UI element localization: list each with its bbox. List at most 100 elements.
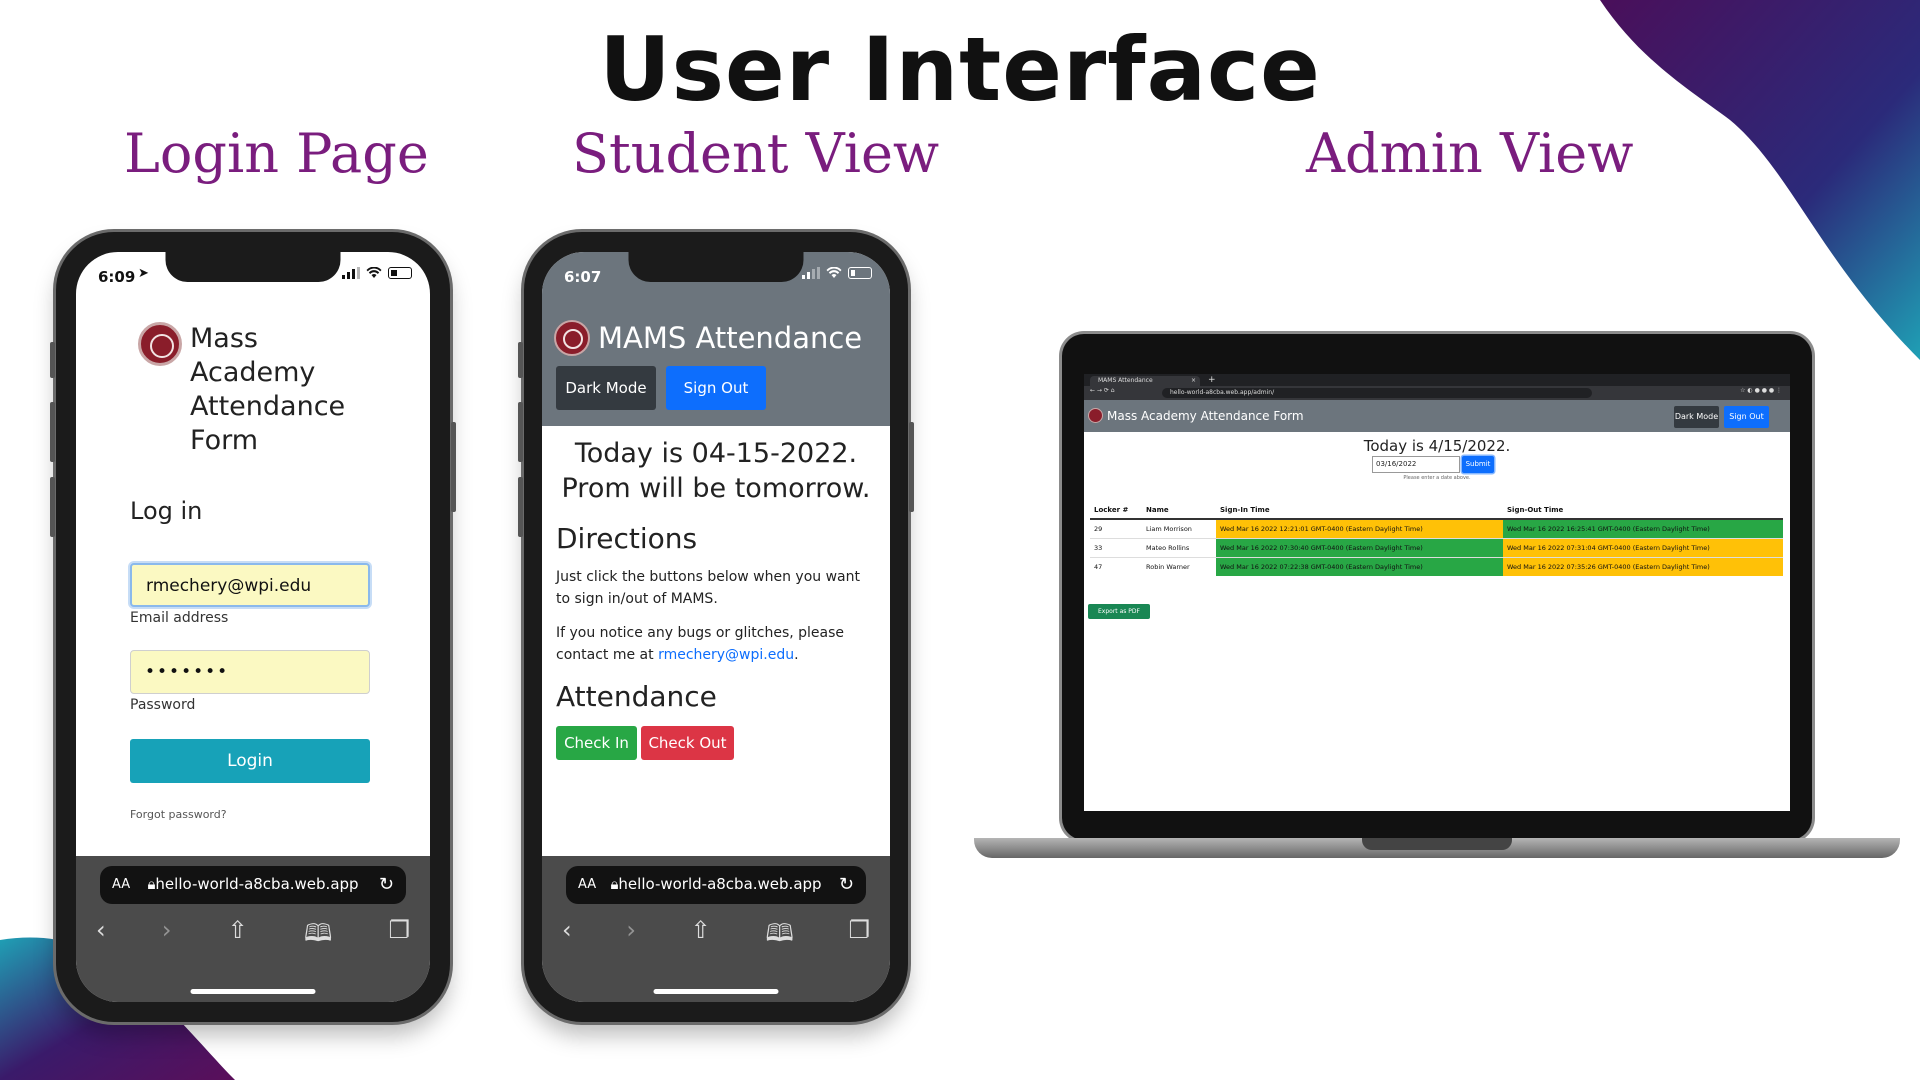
browser-address-bar[interactable]: hello-world-a8cba.web.app/admin/ xyxy=(1162,388,1592,398)
reload-icon[interactable]: ↻ xyxy=(839,874,854,895)
browser-tab[interactable]: MAMS Attendance × xyxy=(1090,376,1200,386)
login-button[interactable]: Login xyxy=(130,739,370,783)
admin-sign-out-button[interactable]: Sign Out xyxy=(1724,406,1769,428)
address-bar[interactable]: AA 🔒︎hello-world-a8cba.web.app ↻ xyxy=(566,866,866,904)
share-icon[interactable]: ⇧ xyxy=(228,916,248,957)
column-header: Name xyxy=(1142,502,1216,520)
phone-login: 6:09 ➤ Mass Academy Attendance Form Log … xyxy=(50,232,456,1022)
clock: 6:07 xyxy=(564,268,602,286)
new-tab-icon[interactable]: + xyxy=(1208,375,1216,385)
contact-email-link[interactable]: rmechery@wpi.edu xyxy=(658,647,794,663)
locker-cell: 47 xyxy=(1090,557,1142,576)
attendance-table: Locker # Name Sign-In Time Sign-Out Time… xyxy=(1090,502,1783,576)
login-heading: Log in xyxy=(130,497,203,525)
tabs-icon[interactable]: ❐ xyxy=(388,916,410,957)
cellular-signal-icon xyxy=(802,267,820,279)
admin-navbar: Mass Academy Attendance Form Dark Mode S… xyxy=(1084,400,1790,432)
admin-screen: MAMS Attendance × + ← → ⟳ ⌂ hello-world-a… xyxy=(1084,374,1790,811)
slide-title: User Interface xyxy=(599,18,1321,121)
student-brand-text: MAMS Attendance xyxy=(598,321,863,355)
login-app-title: Mass Academy Attendance Form xyxy=(190,323,346,456)
reload-icon[interactable]: ↻ xyxy=(379,874,394,895)
back-icon[interactable]: ‹ xyxy=(562,916,572,957)
login-app-header: Mass Academy Attendance Form xyxy=(138,322,345,458)
name-cell: Robin Warner xyxy=(1142,557,1216,576)
sign-out-cell: Wed Mar 16 2022 07:35:26 GMT-0400 (Easte… xyxy=(1503,557,1783,576)
forward-icon[interactable]: › xyxy=(626,916,636,957)
close-tab-icon[interactable]: × xyxy=(1191,377,1196,384)
dark-mode-button[interactable]: Dark Mode xyxy=(556,366,656,410)
bookmarks-icon[interactable]: 🕮︎ xyxy=(765,916,793,957)
section-title-admin: Admin View xyxy=(1306,122,1634,185)
wifi-icon xyxy=(366,267,382,278)
browser-tab-strip: MAMS Attendance × + xyxy=(1084,374,1790,386)
name-cell: Mateo Rollins xyxy=(1142,538,1216,558)
date-help-text: Please enter a date above. xyxy=(1403,475,1471,481)
school-seal-logo xyxy=(1088,408,1103,423)
back-icon[interactable]: ‹ xyxy=(96,916,106,957)
phone-student: 6:07 MAMS Attendance Dark Mode Sign Out … xyxy=(518,232,914,1022)
sign-in-cell: Wed Mar 16 2022 07:30:40 GMT-0400 (Easte… xyxy=(1216,538,1503,558)
extension-icons[interactable]: ☆ ◐ ● ● ● ⋮ xyxy=(1740,387,1782,394)
directions-text: Just click the buttons below when you wa… xyxy=(556,569,860,607)
student-screen: 6:07 MAMS Attendance Dark Mode Sign Out … xyxy=(542,252,890,1002)
wifi-icon xyxy=(826,267,842,278)
section-title-login: Login Page xyxy=(124,122,429,185)
email-field[interactable]: rmechery@wpi.edu xyxy=(130,563,370,607)
admin-brand[interactable]: Mass Academy Attendance Form xyxy=(1088,408,1304,423)
slide: User Interface Login Page Student View A… xyxy=(0,0,1920,1080)
bugs-text: If you notice any bugs or glitches, plea… xyxy=(556,625,845,663)
school-seal-logo xyxy=(138,322,182,366)
safari-toolbar: AA 🔒︎hello-world-a8cba.web.app ↻ ‹ › ⇧ 🕮… xyxy=(542,856,890,1002)
tabs-icon[interactable]: ❐ xyxy=(848,916,870,957)
student-brand[interactable]: MAMS Attendance xyxy=(554,320,862,356)
browser-nav-icons[interactable]: ← → ⟳ ⌂ xyxy=(1090,387,1115,394)
password-label: Password xyxy=(130,697,196,713)
locker-cell: 29 xyxy=(1090,518,1142,539)
sign-in-cell: Wed Mar 16 2022 12:21:01 GMT-0400 (Easte… xyxy=(1216,518,1503,539)
bookmarks-icon[interactable]: 🕮︎ xyxy=(304,916,332,957)
password-field[interactable]: ••••••• xyxy=(130,650,370,694)
name-cell: Liam Morrison xyxy=(1142,518,1216,539)
admin-dark-mode-button[interactable]: Dark Mode xyxy=(1674,406,1719,428)
date-input[interactable]: 03/16/2022 xyxy=(1372,456,1460,473)
url-text: hello-world-a8cba.web.app xyxy=(155,875,359,893)
submit-button[interactable]: Submit xyxy=(1462,456,1494,473)
location-arrow-icon: ➤ xyxy=(138,266,149,281)
laptop-opening-notch xyxy=(1362,838,1512,850)
column-header: Sign-Out Time xyxy=(1503,502,1783,520)
login-screen: 6:09 ➤ Mass Academy Attendance Form Log … xyxy=(76,252,430,1002)
admin-date-heading: Today is 4/15/2022. xyxy=(1363,437,1511,455)
sign-in-cell: Wed Mar 16 2022 07:22:38 GMT-0400 (Easte… xyxy=(1216,557,1503,576)
cellular-signal-icon xyxy=(342,267,360,279)
attendance-heading: Attendance xyxy=(556,680,717,713)
safari-toolbar: AA 🔒︎hello-world-a8cba.web.app ↻ ‹ › ⇧ 🕮… xyxy=(76,856,430,1002)
column-header: Sign-In Time xyxy=(1216,502,1503,520)
export-pdf-button[interactable]: Export as PDF xyxy=(1088,604,1150,619)
sign-out-cell: Wed Mar 16 2022 07:31:04 GMT-0400 (Easte… xyxy=(1503,538,1783,558)
school-seal-logo xyxy=(554,320,590,356)
battery-icon xyxy=(848,267,872,279)
laptop: MAMS Attendance × + ← → ⟳ ⌂ hello-world-a… xyxy=(1062,334,1812,840)
forward-icon[interactable]: › xyxy=(162,916,172,957)
home-indicator xyxy=(653,989,779,994)
email-label: Email address xyxy=(130,610,229,626)
address-bar[interactable]: AA 🔒︎hello-world-a8cba.web.app ↻ xyxy=(100,866,406,904)
check-in-button[interactable]: Check In xyxy=(556,726,637,760)
locker-cell: 33 xyxy=(1090,538,1142,558)
url-text: hello-world-a8cba.web.app xyxy=(618,875,822,893)
browser-toolbar: ← → ⟳ ⌂ hello-world-a8cba.web.app/admin/… xyxy=(1084,386,1790,400)
notch xyxy=(165,252,341,282)
table-row: 47 Robin Warner Wed Mar 16 2022 07:22:38… xyxy=(1090,557,1783,576)
directions-heading: Directions xyxy=(556,522,698,555)
date-message: Today is 04-15-2022. Prom will be tomorr… xyxy=(561,438,871,504)
sign-out-cell: Wed Mar 16 2022 16:25:41 GMT-0400 (Easte… xyxy=(1503,518,1783,539)
forgot-password-link[interactable]: Forgot password? xyxy=(130,808,227,821)
column-header: Locker # xyxy=(1090,502,1142,520)
notch xyxy=(628,252,804,282)
table-row: 29 Liam Morrison Wed Mar 16 2022 12:21:0… xyxy=(1090,518,1783,539)
share-icon[interactable]: ⇧ xyxy=(691,916,711,957)
check-out-button[interactable]: Check Out xyxy=(641,726,734,760)
sign-out-button[interactable]: Sign Out xyxy=(666,366,766,410)
clock: 6:09 xyxy=(98,268,136,286)
